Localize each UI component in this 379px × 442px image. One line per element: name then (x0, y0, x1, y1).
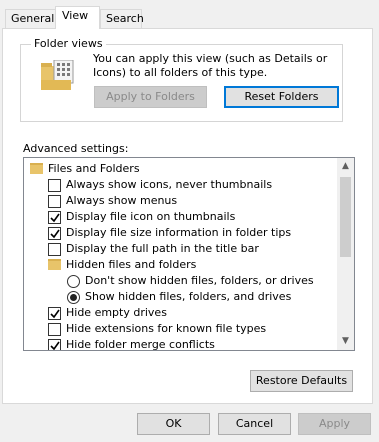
checkbox-checked[interactable] (48, 307, 61, 320)
option-label: Always show icons, never thumbnails (66, 178, 273, 191)
option-hide-folder-merge-conflicts[interactable]: Hide folder merge conflicts (24, 337, 337, 351)
radio-button[interactable] (67, 275, 80, 288)
tree-group-files-and-folders: Files and Folders (24, 161, 337, 177)
option-dont-show-hidden[interactable]: Don't show hidden files, folders, or dri… (24, 273, 337, 289)
checkbox[interactable] (48, 243, 61, 256)
check-icon (50, 213, 60, 223)
reset-folders-button[interactable]: Reset Folders (224, 86, 339, 108)
apply-to-folders-button[interactable]: Apply to Folders (94, 86, 207, 108)
check-icon (50, 341, 60, 350)
folder-views-icon (41, 59, 75, 90)
checkbox-checked[interactable] (48, 339, 61, 350)
option-always-show-icons[interactable]: Always show icons, never thumbnails (24, 177, 337, 193)
tree-group-label: Files and Folders (48, 162, 140, 175)
ok-button[interactable]: OK (137, 413, 210, 435)
folder-views-description: You can apply this view (such as Details… (93, 52, 328, 79)
scroll-up-icon[interactable]: ▲ (337, 158, 354, 175)
option-show-hidden[interactable]: Show hidden files, folders, and drives (24, 289, 337, 305)
tab-view[interactable]: View (55, 6, 100, 29)
check-icon (50, 229, 60, 239)
option-label: Don't show hidden files, folders, or dri… (85, 274, 314, 287)
radio-dot (70, 294, 77, 301)
folder-icon (30, 163, 43, 174)
tree-group-hidden-files: Hidden files and folders (24, 257, 337, 273)
option-display-file-size-in-tips[interactable]: Display file size information in folder … (24, 225, 337, 241)
checkbox[interactable] (48, 179, 61, 192)
scroll-thumb[interactable] (340, 177, 351, 257)
folder-views-title: Folder views (31, 37, 106, 50)
apply-button[interactable]: Apply (298, 413, 371, 435)
option-display-file-icon-on-thumbnails[interactable]: Display file icon on thumbnails (24, 209, 337, 225)
scroll-down-icon[interactable]: ▼ (337, 333, 354, 350)
option-label: Show hidden files, folders, and drives (85, 290, 292, 303)
radio-button-selected[interactable] (67, 291, 80, 304)
tab-search[interactable]: Search (100, 9, 144, 28)
option-hide-extensions[interactable]: Hide extensions for known file types (41, 320, 267, 338)
cancel-button[interactable]: Cancel (218, 413, 291, 435)
restore-defaults-button[interactable]: Restore Defaults (250, 370, 353, 392)
option-label: Display file icon on thumbnails (66, 210, 236, 223)
option-label: Hide folder merge conflicts (66, 338, 215, 351)
advanced-settings-tree[interactable]: Files and Folders Always show icons, nev… (23, 157, 355, 351)
option-label: Display the full path in the title bar (66, 242, 259, 255)
tab-strip: General Search View (0, 0, 379, 29)
checkbox-checked[interactable] (48, 211, 61, 224)
advanced-settings-label: Advanced settings: (23, 142, 129, 155)
option-always-show-menus[interactable]: Always show menus (24, 193, 337, 209)
tree-scrollbar[interactable]: ▲ ▼ (337, 158, 354, 350)
option-label: Hide extensions for known file types (66, 322, 267, 335)
option-label: Display file size information in folder … (66, 226, 292, 239)
option-label: Hide empty drives (66, 306, 167, 319)
option-hide-empty-drives[interactable]: Hide empty drives (24, 305, 337, 321)
check-icon (50, 309, 60, 319)
tree-group-label: Hidden files and folders (66, 258, 197, 271)
folder-icon (48, 259, 61, 270)
option-display-full-path[interactable]: Display the full path in the title bar (24, 241, 337, 257)
option-label: Always show menus (66, 194, 178, 207)
checkbox[interactable] (48, 195, 61, 208)
tab-general[interactable]: General (5, 9, 56, 28)
checkbox-checked[interactable] (48, 227, 61, 240)
checkbox[interactable] (48, 323, 61, 336)
